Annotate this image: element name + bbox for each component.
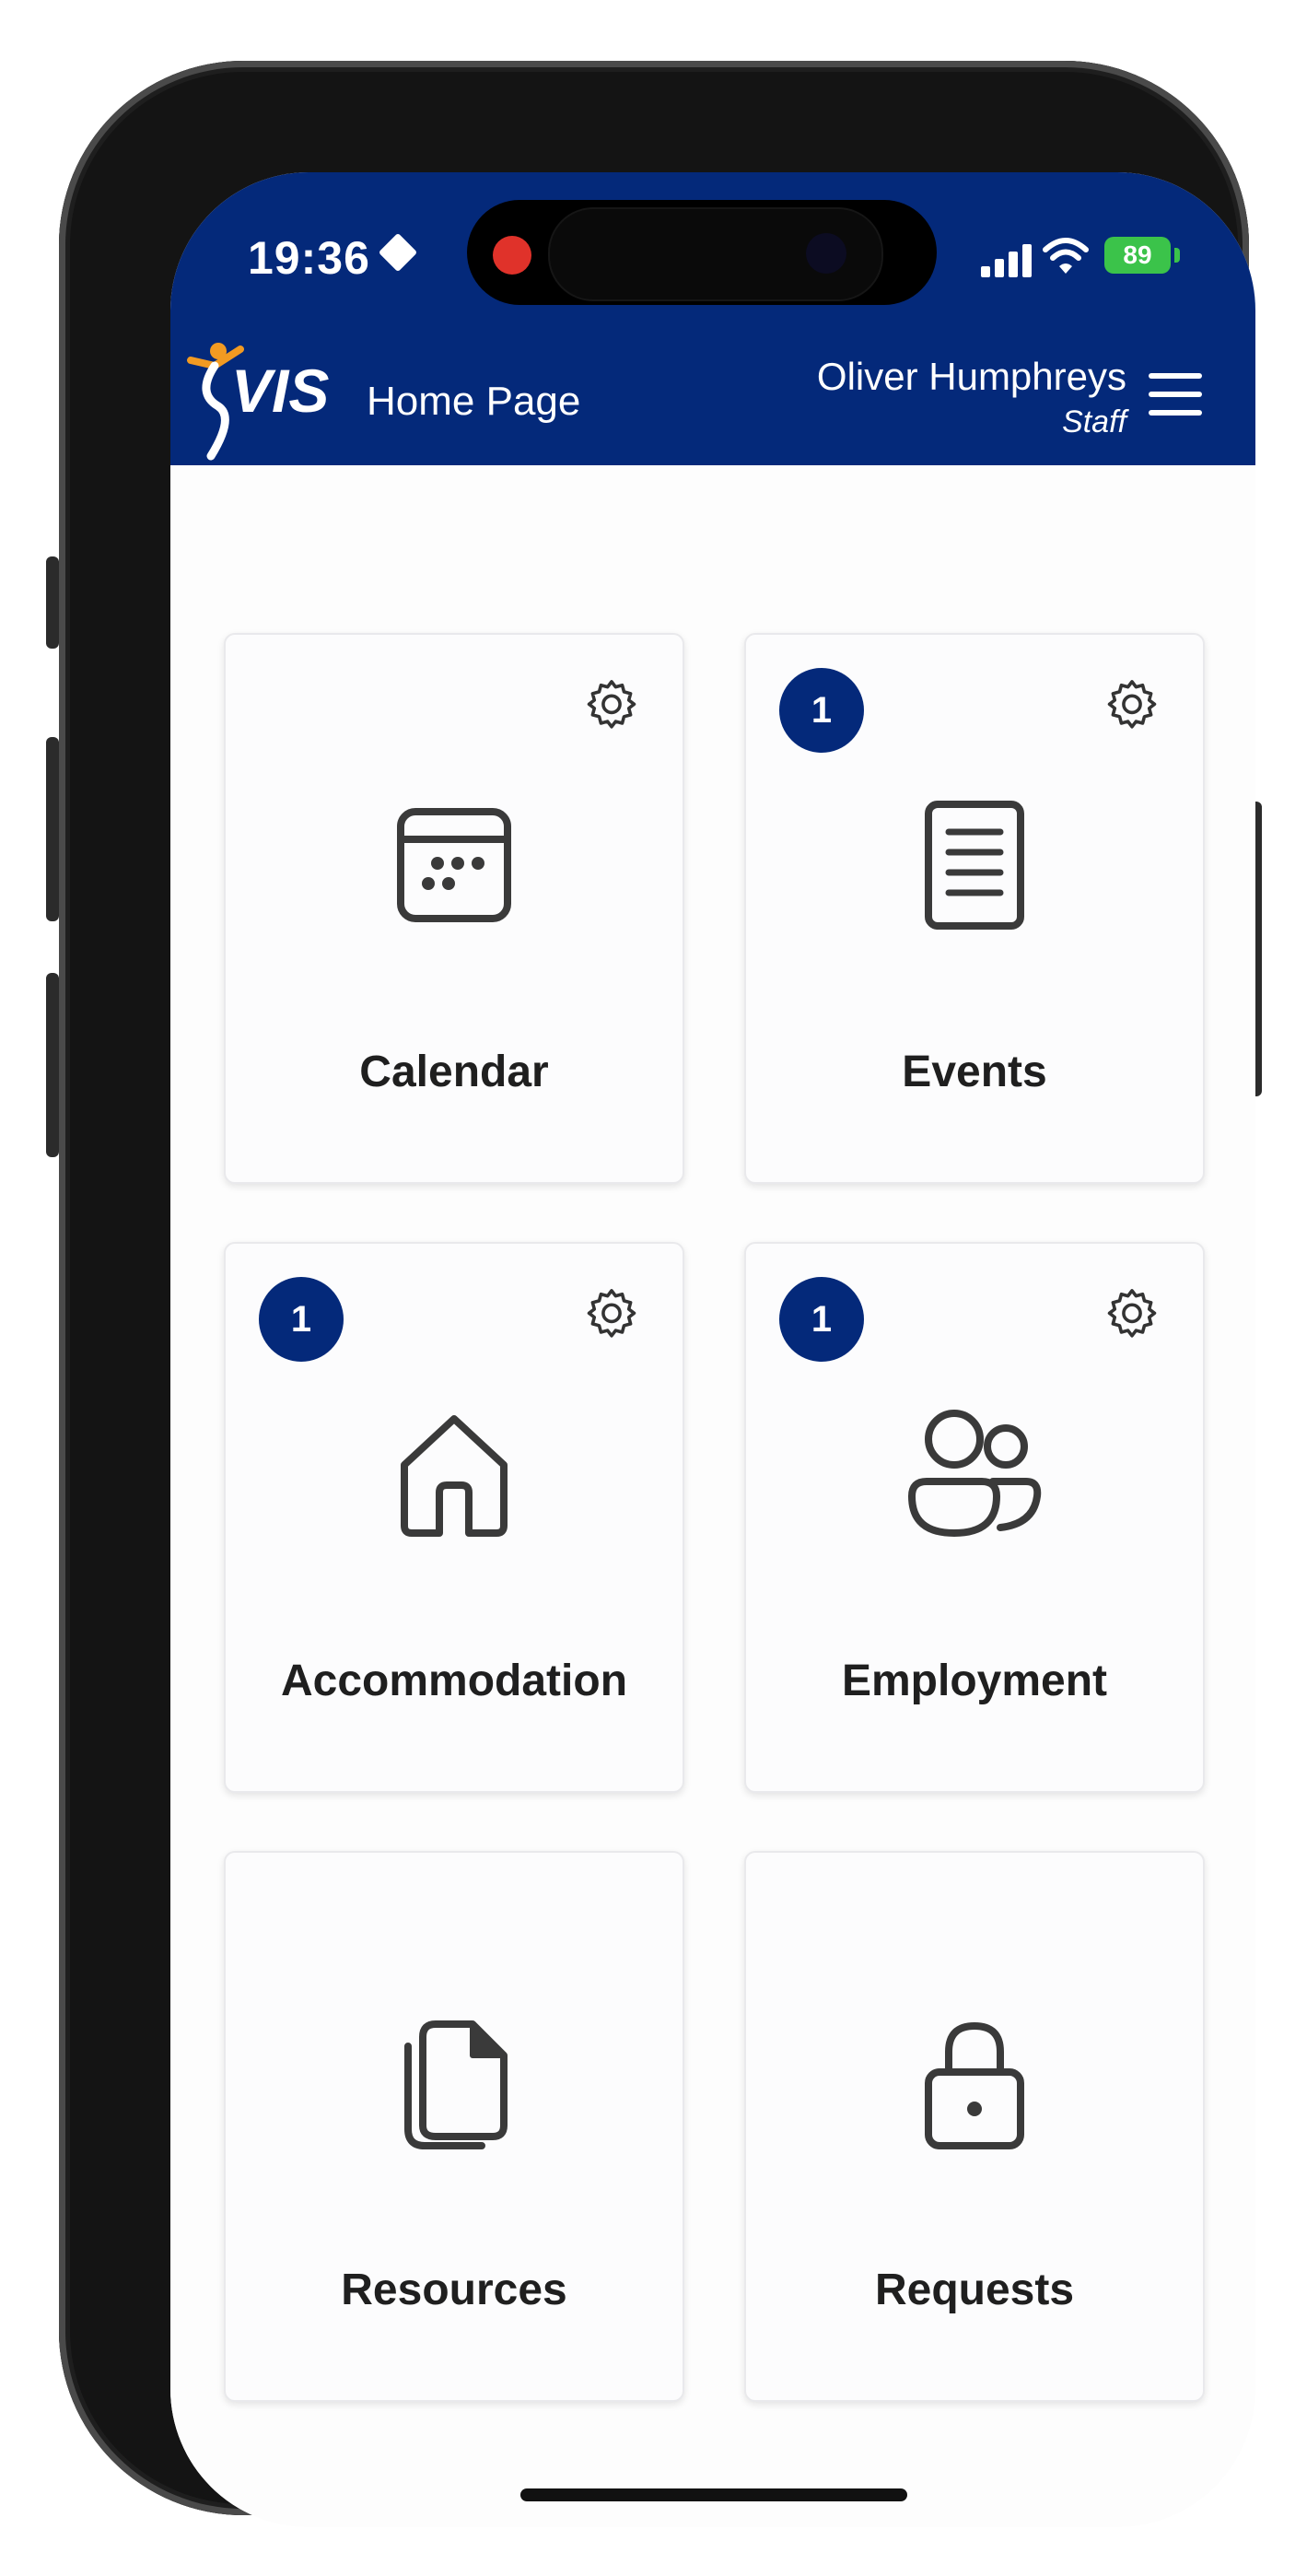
tile-label: Requests [874, 2266, 1075, 2314]
dashboard-grid: Calendar 1 Events 1 Accommodation 1 Empl… [170, 465, 1255, 2527]
tile-label: Accommodation [280, 1657, 628, 1705]
tile-accommodation[interactable]: 1 Accommodation [224, 1242, 684, 1793]
action-button [46, 556, 59, 649]
tile-label: Employment [841, 1657, 1108, 1705]
wifi-icon [1043, 238, 1089, 274]
page-title: Home Page [367, 379, 581, 424]
tile-calendar[interactable]: Calendar [224, 633, 684, 1184]
tile-label: Calendar [359, 1048, 549, 1096]
home-indicator[interactable] [520, 2488, 907, 2501]
people-icon [908, 1410, 1042, 1537]
status-time: 19:36 [248, 232, 370, 284]
logo-text: VIS [231, 357, 329, 425]
battery-tip [1174, 248, 1180, 263]
app-header: 19:36 89 VIS Home Page Oliver Humphreys … [170, 172, 1255, 465]
front-camera-icon [806, 233, 846, 274]
notification-badge: 1 [779, 1277, 864, 1362]
tile-label: Resources [341, 2266, 567, 2314]
tile-events[interactable]: 1 Events [744, 633, 1205, 1184]
user-name: Oliver Humphreys [816, 355, 1126, 398]
user-role: Staff [1062, 404, 1126, 439]
settings-gear-icon[interactable] [581, 1284, 642, 1345]
notification-badge: 1 [779, 668, 864, 753]
document-icon [925, 801, 1024, 930]
tile-label: Events [902, 1048, 1047, 1096]
tile-requests[interactable]: Requests [744, 1851, 1205, 2402]
volume-down-button [46, 973, 59, 1157]
volume-up-button [46, 737, 59, 921]
signal-icon [981, 244, 1033, 277]
battery-icon: 89 [1104, 237, 1171, 274]
files-icon [404, 2020, 508, 2149]
tile-employment[interactable]: 1 Employment [744, 1242, 1205, 1793]
calendar-icon [397, 808, 511, 922]
location-icon [378, 232, 418, 273]
settings-gear-icon[interactable] [581, 675, 642, 736]
settings-gear-icon[interactable] [1102, 675, 1162, 736]
vis-logo: VIS [187, 343, 329, 461]
tile-resources[interactable]: Resources [224, 1851, 684, 2402]
settings-gear-icon[interactable] [1102, 1284, 1162, 1345]
lock-icon [925, 2021, 1024, 2149]
phone-screen: 19:36 89 VIS Home Page Oliver Humphreys … [170, 172, 1255, 2527]
house-icon [401, 1415, 508, 1537]
recording-indicator-icon [493, 236, 531, 275]
phone-frame: 19:36 89 VIS Home Page Oliver Humphreys … [59, 61, 1255, 2527]
hamburger-menu-icon[interactable] [1149, 373, 1202, 416]
notification-badge: 1 [259, 1277, 344, 1362]
